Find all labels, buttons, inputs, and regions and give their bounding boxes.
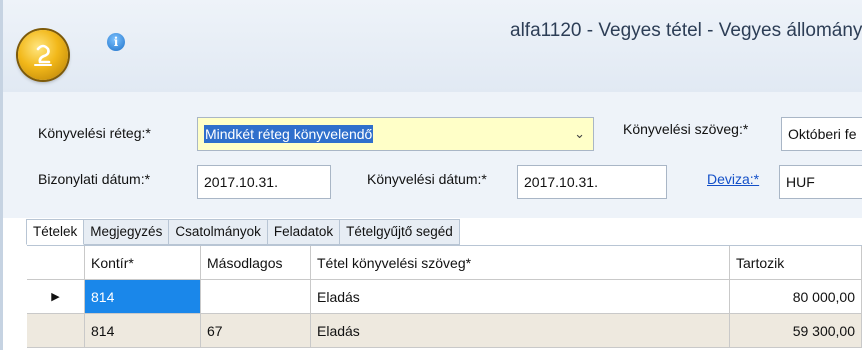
row-selector[interactable] xyxy=(27,314,85,348)
layer-select[interactable]: Mindkét réteg könyvelendő ⌄ xyxy=(197,117,594,151)
app-logo-icon xyxy=(34,44,52,66)
header-form: Könyvelési réteg:* Mindkét réteg könyvel… xyxy=(3,92,862,218)
info-icon[interactable]: i xyxy=(107,33,125,51)
cell-tartozik[interactable]: 59 300,00 xyxy=(730,314,862,348)
posting-text-input[interactable]: Októberi fe xyxy=(781,117,862,151)
cell-masodlagos[interactable] xyxy=(201,280,311,314)
items-grid: Kontír* Másodlagos Tétel könyvelési szöv… xyxy=(27,245,862,351)
layer-select-value: Mindkét réteg könyvelendő xyxy=(204,125,374,143)
cell-masodlagos[interactable]: 67 xyxy=(201,314,311,348)
tab-tetelek[interactable]: Tételek xyxy=(26,219,85,245)
currency-link[interactable]: Deviza:* xyxy=(707,171,759,187)
column-header-masodlagos[interactable]: Másodlagos xyxy=(201,246,311,280)
grid-header-row: Kontír* Másodlagos Tétel könyvelési szöv… xyxy=(27,246,862,280)
row-pointer-icon: ▶ xyxy=(27,280,85,314)
column-header-szoveg[interactable]: Tétel könyvelési szöveg* xyxy=(311,246,730,280)
window-title: alfa1120 - Vegyes tétel - Vegyes állomán… xyxy=(510,20,862,41)
column-header-tartozik[interactable]: Tartozik xyxy=(730,246,862,280)
layer-label: Könyvelési réteg:* xyxy=(38,125,151,141)
cell-szoveg[interactable]: Eladás xyxy=(311,280,730,314)
currency-input[interactable]: HUF xyxy=(779,165,862,199)
tab-tetelgyujto-seged[interactable]: Tételgyűjtő segéd xyxy=(340,219,460,245)
table-row[interactable]: ▶ 814 Eladás 80 000,00 xyxy=(27,280,862,314)
tab-csatolmanyok[interactable]: Csatolmányok xyxy=(169,219,268,245)
table-row[interactable]: 814 67 Eladás 59 300,00 xyxy=(27,314,862,348)
app-menu-orb-icon[interactable] xyxy=(18,30,68,80)
row-header-corner xyxy=(27,246,85,280)
tab-megjegyzes[interactable]: Megjegyzés xyxy=(84,219,170,245)
title-bar: i alfa1120 - Vegyes tétel - Vegyes állom… xyxy=(0,0,862,92)
tab-feladatok[interactable]: Feladatok xyxy=(267,219,341,245)
cell-tartozik[interactable]: 80 000,00 xyxy=(730,280,862,314)
post-date-label: Könyvelési dátum:* xyxy=(367,171,487,187)
chevron-down-icon[interactable]: ⌄ xyxy=(574,118,585,150)
post-date-input[interactable]: 2017.10.31. xyxy=(517,165,667,199)
tab-strip: Tételek Megjegyzés Csatolmányok Feladato… xyxy=(26,219,460,245)
text-label: Könyvelési szöveg:* xyxy=(623,121,749,137)
cell-szoveg[interactable]: Eladás xyxy=(311,314,730,348)
doc-date-label: Bizonylati dátum:* xyxy=(38,171,151,187)
cell-kontir[interactable]: 814 xyxy=(85,280,201,314)
column-header-kontir[interactable]: Kontír* xyxy=(85,246,201,280)
cell-kontir[interactable]: 814 xyxy=(85,314,201,348)
doc-date-input[interactable]: 2017.10.31. xyxy=(197,165,331,199)
